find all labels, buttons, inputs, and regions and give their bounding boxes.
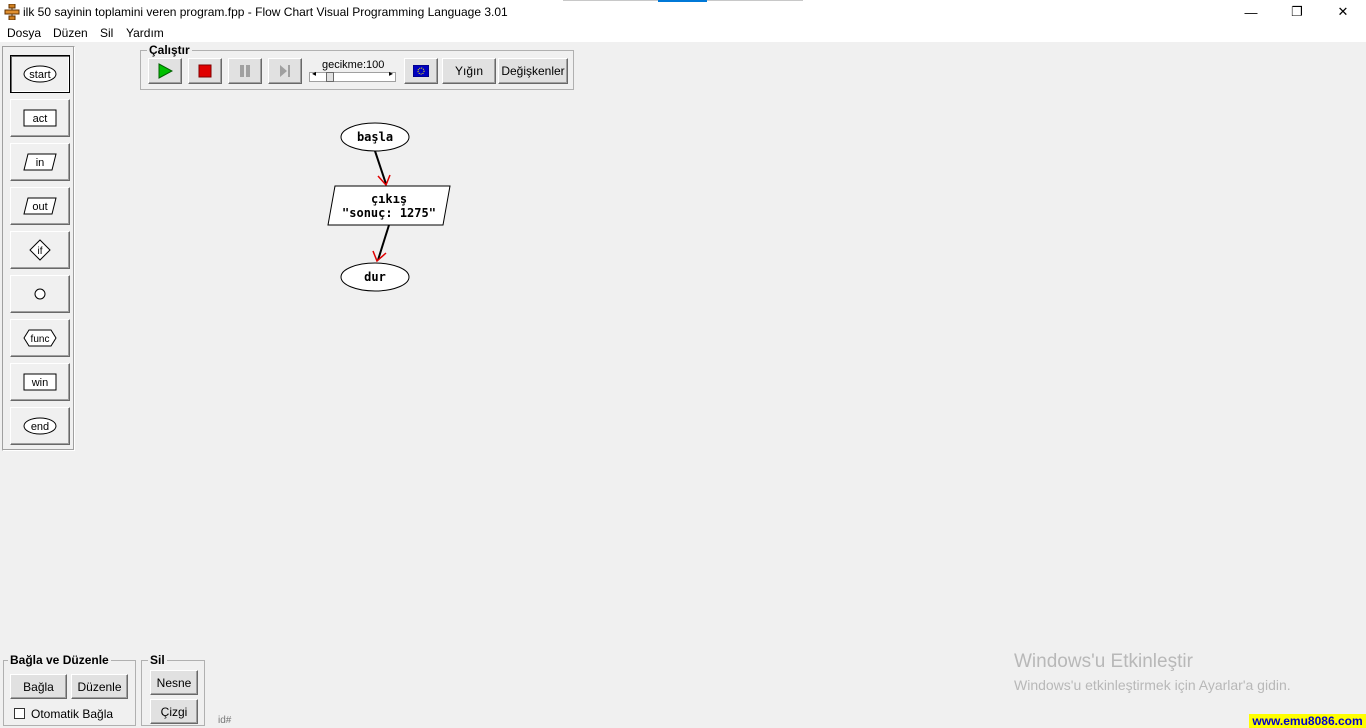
restore-icon: ❐ — [1291, 4, 1303, 19]
flag-icon — [413, 65, 429, 77]
tool-in-button[interactable]: in — [10, 143, 70, 181]
tool-connector-button[interactable] — [10, 275, 70, 313]
delete-group: Sil Nesne Çizgi — [141, 653, 205, 726]
connect-group: Bağla ve Düzenle Bağla Düzenle Otomatik … — [3, 653, 136, 726]
menu-duzen[interactable]: Düzen — [53, 26, 88, 40]
slider-left-arrow-icon[interactable]: ◂ — [312, 69, 316, 78]
stack-button[interactable]: Yığın — [442, 58, 496, 84]
delete-line-button[interactable]: Çizgi — [150, 699, 198, 724]
tool-start-label: start — [29, 69, 50, 81]
window-title: ilk 50 sayinin toplamini veren program.f… — [23, 5, 508, 19]
circle-shape-icon — [34, 288, 46, 300]
tool-act-label: act — [33, 113, 48, 125]
delay-label: gecikme:100 — [322, 59, 385, 71]
output-node-line2: "sonuç: 1275" — [342, 206, 436, 220]
taskbar-hint-line — [563, 0, 658, 1]
tool-end-button[interactable]: end — [10, 407, 70, 445]
delay-slider[interactable]: ◂ ▸ — [309, 69, 396, 82]
menu-yardim[interactable]: Yardım — [126, 26, 164, 40]
diamond-shape-icon: if — [29, 239, 51, 261]
out-shape-icon: out — [23, 197, 57, 215]
menu-sil[interactable]: Sil — [100, 26, 113, 40]
title-bar: ilk 50 sayinin toplamini veren program.f… — [0, 0, 1366, 24]
taskbar-accent-line — [658, 0, 707, 2]
emu8086-badge[interactable]: www.emu8086.com — [1249, 714, 1366, 728]
run-group: Çalıştır gecikme:100 ◂ ▸ Yığın Değişkenl… — [140, 43, 574, 90]
id-label: id# — [218, 715, 232, 726]
close-button[interactable]: ✕ — [1320, 0, 1366, 24]
variables-button[interactable]: Değişkenler — [498, 58, 568, 84]
stop-icon — [198, 64, 212, 78]
taskbar-hint-line — [707, 0, 803, 1]
activation-watermark-subtitle: Windows'u etkinleştirmek için Ayarlar'a … — [1014, 677, 1291, 693]
stop-button[interactable] — [188, 58, 222, 84]
pause-icon — [240, 65, 250, 77]
tool-win-button[interactable]: win — [10, 363, 70, 401]
tool-if-button[interactable]: if — [10, 231, 70, 269]
delete-group-title: Sil — [148, 653, 167, 667]
close-icon: ✕ — [1337, 4, 1349, 19]
tool-act-button[interactable]: act — [10, 99, 70, 137]
act-shape-icon: act — [23, 109, 57, 127]
slider-right-arrow-icon[interactable]: ▸ — [389, 69, 393, 78]
step-icon — [280, 65, 290, 77]
tool-out-button[interactable]: out — [10, 187, 70, 225]
start-node-label: başla — [357, 130, 393, 144]
tool-win-label: win — [31, 377, 49, 389]
win-shape-icon: win — [23, 373, 57, 391]
play-icon — [158, 63, 173, 79]
run-group-title: Çalıştır — [147, 43, 192, 57]
activation-watermark-title: Windows'u Etkinleştir — [1014, 651, 1193, 672]
auto-connect-label: Otomatik Bağla — [31, 707, 114, 721]
delete-object-button[interactable]: Nesne — [150, 670, 198, 695]
step-button[interactable] — [268, 58, 302, 84]
output-node-line1: çıkış — [371, 192, 407, 206]
end-shape-icon: end — [23, 417, 57, 435]
end-node-label: dur — [364, 270, 386, 284]
tool-if-label: if — [38, 246, 43, 257]
pause-button[interactable] — [228, 58, 262, 84]
end-node[interactable]: dur — [340, 262, 410, 292]
connect-group-title: Bağla ve Düzenle — [8, 653, 111, 667]
minimize-icon: — — [1244, 4, 1258, 20]
output-node[interactable]: çıkış "sonuç: 1275" — [327, 185, 451, 226]
in-shape-icon: in — [23, 153, 57, 171]
shape-palette: start act in out if func win end — [2, 46, 75, 451]
run-button[interactable] — [148, 58, 182, 84]
tool-end-label: end — [31, 421, 49, 433]
flowchart-canvas[interactable]: başla çıkış "sonuç: 1275" dur — [300, 110, 500, 310]
func-shape-icon: func — [23, 329, 57, 347]
color-button[interactable] — [404, 58, 438, 84]
tool-func-label: func — [31, 334, 50, 345]
tool-func-button[interactable]: func — [10, 319, 70, 357]
start-node[interactable]: başla — [340, 122, 410, 152]
tool-in-label: in — [36, 157, 45, 169]
tool-out-label: out — [32, 201, 47, 213]
slider-thumb[interactable] — [326, 72, 334, 82]
restore-button[interactable]: ❐ — [1274, 0, 1320, 24]
menu-bar: Dosya Düzen Sil Yardım — [0, 24, 1366, 42]
auto-connect-checkbox[interactable] — [14, 708, 25, 719]
menu-dosya[interactable]: Dosya — [7, 26, 41, 40]
arrange-button[interactable]: Düzenle — [71, 674, 128, 699]
connect-button[interactable]: Bağla — [10, 674, 67, 699]
tool-start-button[interactable]: start — [10, 55, 70, 93]
app-icon — [4, 4, 20, 20]
minimize-button[interactable]: — — [1228, 0, 1274, 24]
start-shape-icon: start — [23, 65, 57, 83]
